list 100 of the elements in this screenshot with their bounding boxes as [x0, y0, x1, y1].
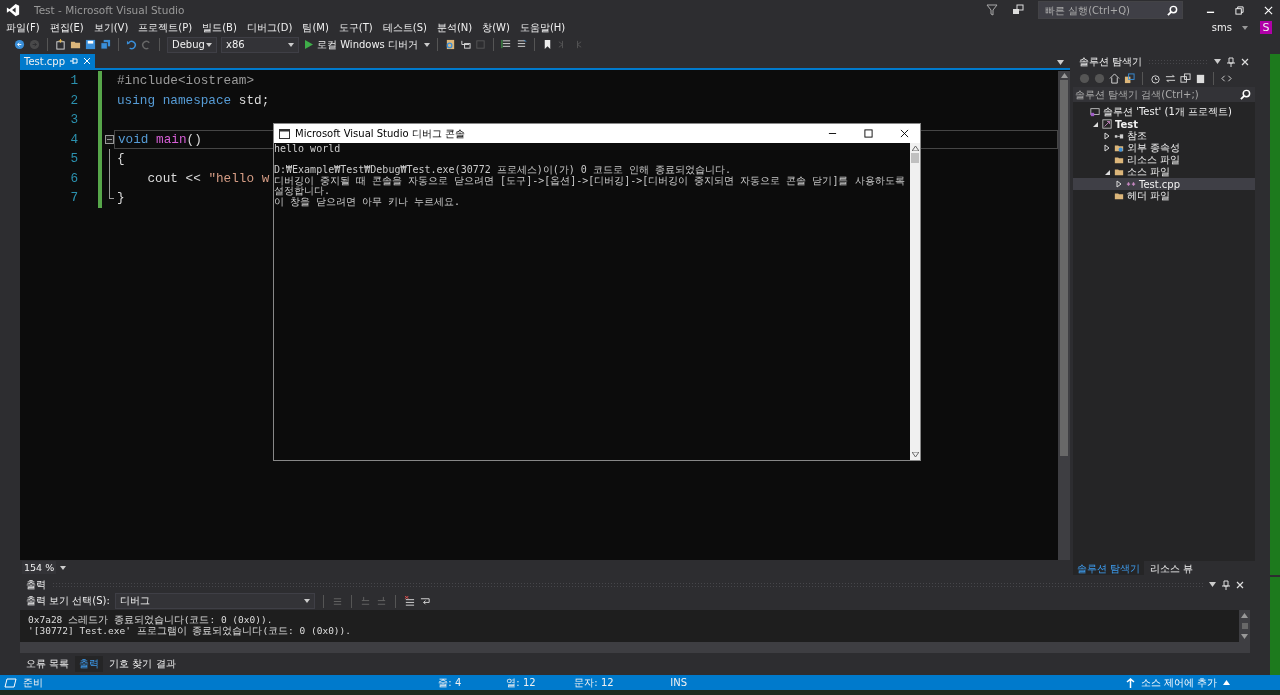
panel-tab[interactable]: 출력	[75, 656, 104, 672]
source-control-button[interactable]: 소스 제어에 추가	[1140, 675, 1217, 690]
scroll-down-icon[interactable]	[1241, 634, 1248, 639]
collapse-icon[interactable]	[105, 134, 114, 144]
code-token: void	[118, 131, 149, 147]
history-icon[interactable]	[1150, 72, 1161, 84]
tree-item[interactable]: 솔루션 'Test' (1개 프로젝트)	[1073, 106, 1255, 118]
collapsed-arrow-icon[interactable]	[1104, 144, 1110, 152]
tree-item[interactable]: 리소스 파일	[1073, 154, 1255, 166]
menu-item[interactable]: 보기(V)	[93, 20, 129, 35]
pin-icon[interactable]	[1227, 56, 1235, 67]
panel-tab[interactable]: 기호 찾기 결과	[105, 656, 180, 672]
menu-item[interactable]: 도구(T)	[338, 20, 373, 35]
dropdown-caret-icon[interactable]	[1057, 60, 1064, 65]
dropdown-caret-icon[interactable]	[424, 42, 430, 47]
menu-item[interactable]: 파일(F)	[6, 20, 40, 35]
files-icon[interactable]	[1195, 72, 1206, 84]
open-folder-icon[interactable]	[70, 39, 81, 50]
collapsed-arrow-icon[interactable]	[1104, 132, 1110, 140]
code-token: }	[117, 190, 125, 205]
close-icon[interactable]	[900, 129, 909, 138]
window-title: Test - Microsoft Visual Studio	[34, 4, 185, 16]
menu-item[interactable]: 디버그(D)	[246, 20, 293, 35]
new-project-icon[interactable]	[55, 39, 66, 50]
code-token: "hello w	[208, 170, 270, 186]
scroll-up-icon[interactable]	[1060, 73, 1068, 78]
step-icon[interactable]	[460, 39, 471, 50]
restore-icon[interactable]	[1235, 5, 1244, 15]
zoom-dropdown[interactable]: 154 %	[22, 561, 57, 574]
filter-icon[interactable]	[986, 4, 998, 16]
run-debugger-button[interactable]: 로컬 Windows 디버거	[303, 37, 420, 52]
account-name[interactable]: sms	[1211, 22, 1232, 33]
feedback-icon[interactable]	[1012, 4, 1024, 16]
expanded-arrow-icon[interactable]	[1091, 120, 1099, 128]
account-avatar[interactable]: S	[1260, 21, 1272, 34]
caret-up-icon[interactable]	[1223, 680, 1230, 685]
scrollbar-thumb[interactable]	[1060, 80, 1068, 456]
cpp-file-icon	[1126, 179, 1136, 189]
menu-item[interactable]: 창(W)	[482, 20, 510, 35]
tree-label: 참조	[1127, 129, 1147, 143]
tree-item[interactable]: Test.cpp	[1073, 178, 1255, 190]
collapsed-arrow-icon[interactable]	[1116, 180, 1122, 188]
pin-icon[interactable]	[1222, 579, 1230, 590]
scroll-up-icon[interactable]	[1241, 613, 1248, 618]
maximize-icon[interactable]	[864, 129, 873, 138]
menu-item[interactable]: 편집(E)	[49, 20, 84, 35]
undo-icon[interactable]	[126, 39, 137, 50]
configuration-dropdown[interactable]: Debug	[167, 36, 217, 53]
find-icon[interactable]	[445, 39, 456, 50]
dropdown-caret-icon[interactable]	[1214, 59, 1221, 64]
panel-tab[interactable]: 솔루션 탐색기	[1073, 561, 1145, 575]
menu-item[interactable]: 팀(M)	[302, 20, 329, 35]
scroll-down-icon[interactable]	[911, 452, 919, 457]
status-message: 준비	[23, 675, 43, 690]
up-arrow-icon[interactable]	[1125, 677, 1135, 688]
dropdown-caret-icon[interactable]	[1209, 582, 1216, 587]
tree-item[interactable]: 외부 종속성	[1073, 142, 1255, 154]
menu-item[interactable]: 빌드(B)	[202, 20, 237, 35]
tree-item[interactable]: Test	[1073, 118, 1255, 130]
comment-icon[interactable]	[501, 39, 512, 50]
code-token: std;	[237, 92, 270, 108]
line-number: 5	[69, 150, 78, 168]
horizontal-scrollbar[interactable]	[20, 642, 1250, 653]
dropdown-caret-icon[interactable]	[1242, 25, 1248, 30]
back-icon[interactable]	[14, 39, 25, 50]
scrollbar-thumb[interactable]	[1241, 623, 1248, 629]
dropdown-caret-icon	[288, 42, 294, 47]
save-icon[interactable]	[85, 39, 96, 50]
line-indicator: 줄: 4	[438, 675, 463, 690]
console-title: Microsoft Visual Studio 디버그 콘솔	[295, 126, 465, 141]
home-icon[interactable]	[1109, 72, 1120, 84]
menu-item[interactable]: 테스트(S)	[382, 20, 427, 35]
line-number: 6	[69, 169, 78, 188]
output-source-dropdown[interactable]: 디버그	[114, 593, 315, 609]
word-wrap-icon[interactable]	[419, 595, 431, 607]
menu-item[interactable]: 분석(N)	[436, 20, 473, 35]
quick-launch-field[interactable]: 빠른 실행(Ctrl+Q)	[1038, 1, 1183, 19]
platform-dropdown[interactable]: x86	[221, 36, 299, 53]
panel-tab[interactable]: 오류 목록	[22, 656, 74, 672]
uncomment-icon[interactable]	[516, 39, 527, 50]
tree-item[interactable]: 소스 파일	[1073, 166, 1255, 178]
tree-item[interactable]: 참조	[1073, 130, 1255, 142]
tree-item[interactable]: 헤더 파일	[1073, 190, 1255, 202]
menu-item[interactable]: 프로젝트(P)	[138, 20, 193, 35]
bookmark-icon[interactable]	[542, 39, 553, 50]
copy-icon[interactable]	[1180, 72, 1191, 84]
dropdown-caret-icon[interactable]	[60, 565, 67, 570]
clear-all-icon[interactable]	[403, 595, 415, 607]
switch-view-icon[interactable]	[1124, 72, 1135, 84]
tree-label: 솔루션 'Test' (1개 프로젝트)	[1103, 105, 1232, 119]
menu-item[interactable]: 도움말(H)	[519, 20, 566, 35]
scrollbar-thumb[interactable]	[911, 153, 919, 163]
scroll-up-icon[interactable]	[911, 146, 919, 151]
sync-icon[interactable]	[1165, 72, 1176, 84]
console-line: 이 창을 닫으려면 아무 키나 누르세요.	[274, 196, 462, 207]
panel-tab[interactable]: 리소스 뷰	[1146, 561, 1198, 575]
expanded-arrow-icon[interactable]	[1103, 168, 1111, 176]
tree-label: 외부 종속성	[1127, 141, 1181, 155]
save-all-icon[interactable]	[100, 39, 111, 50]
redo-icon[interactable]	[141, 39, 152, 50]
